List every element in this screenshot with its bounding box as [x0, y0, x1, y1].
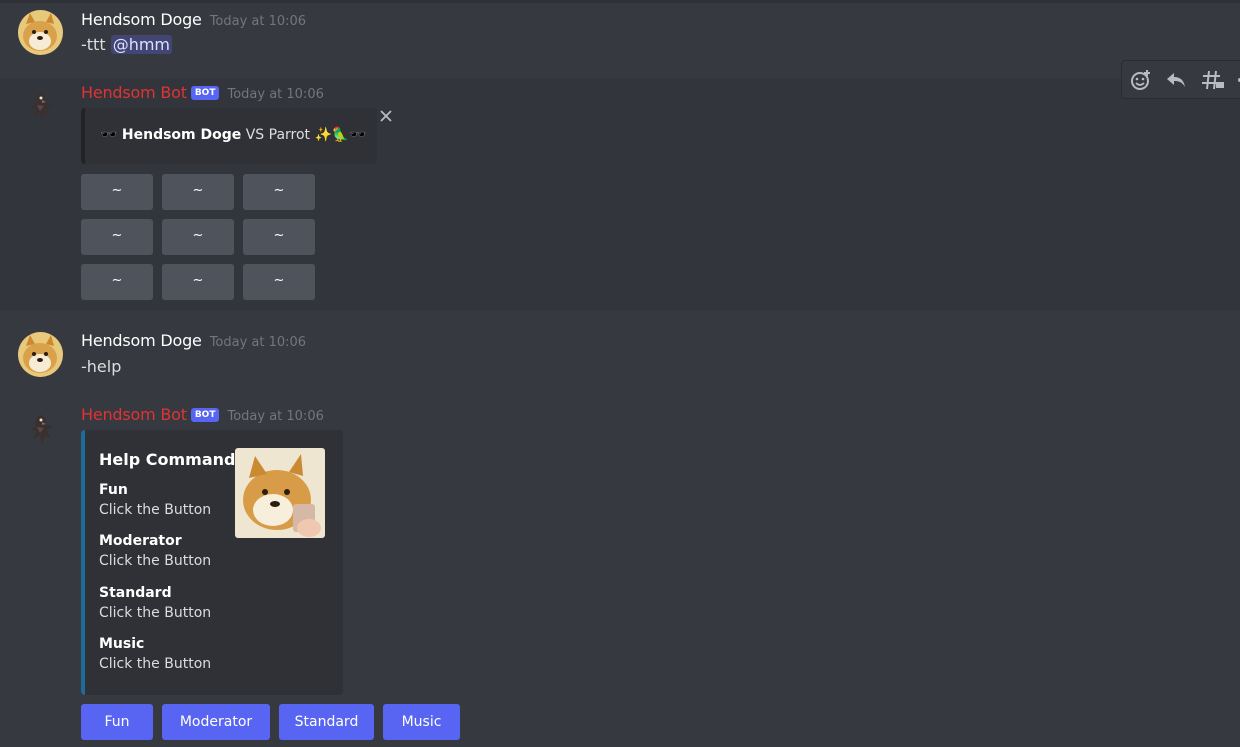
- grid-button-8[interactable]: ~: [162, 264, 234, 300]
- bot-username[interactable]: Hendsom Bot: [81, 405, 187, 424]
- versus-text: VS Parrot: [245, 127, 311, 143]
- embed-field-standard: Standard Click the Button: [99, 583, 211, 623]
- message-actions-toolbar: [1121, 60, 1240, 99]
- timestamp: Today at 10:06: [209, 335, 307, 350]
- username[interactable]: Hendsom Doge: [81, 10, 202, 29]
- field-name: Moderator: [99, 533, 182, 549]
- help-embed: Help Command Fun Click the Button Modera…: [81, 430, 343, 695]
- field-name: Standard: [99, 585, 172, 601]
- message-header: Hendsom Doge Today at 10:06: [81, 10, 306, 32]
- message-header: Hendsom Bot BOT Today at 10:06: [81, 405, 324, 427]
- timestamp: Today at 10:06: [227, 87, 324, 102]
- timestamp: Today at 10:06: [227, 409, 324, 424]
- close-icon[interactable]: [378, 108, 394, 124]
- message-text: -help: [81, 357, 122, 376]
- bot-badge: BOT: [190, 408, 220, 422]
- field-value: Click the Button: [99, 553, 212, 569]
- tic-tac-toe-grid: ~ ~ ~ ~ ~ ~ ~ ~ ~: [81, 174, 321, 300]
- username[interactable]: Hendsom Doge: [81, 331, 202, 350]
- message-content: -help: [81, 357, 121, 376]
- grid-button-2[interactable]: ~: [162, 174, 234, 210]
- grid-button-7[interactable]: ~: [81, 264, 153, 300]
- timestamp: Today at 10:06: [209, 14, 307, 29]
- user-mention[interactable]: @hmm: [110, 35, 172, 54]
- bot-badge: BOT: [190, 86, 220, 100]
- grid-button-5[interactable]: ~: [162, 219, 234, 255]
- message-content: -ttt @hmm: [81, 35, 172, 54]
- embed-thumbnail[interactable]: [235, 448, 325, 538]
- embed-field-music: Music Click the Button: [99, 634, 211, 674]
- grid-button-6[interactable]: ~: [243, 219, 315, 255]
- embed-title: 🕶️ Hendsom Doge VS Parrot ✨🦜🕶️: [100, 127, 367, 143]
- field-value: Click the Button: [99, 605, 212, 621]
- message-1: Hendsom Doge Today at 10:06 -ttt @hmm: [0, 4, 1240, 78]
- grid-button-3[interactable]: ~: [243, 174, 315, 210]
- create-thread-icon[interactable]: [1200, 67, 1226, 93]
- user-avatar[interactable]: [18, 10, 63, 55]
- field-value: Click the Button: [99, 502, 212, 518]
- reply-icon[interactable]: [1163, 67, 1189, 93]
- embed-title: Help Command: [99, 450, 236, 469]
- moderator-button[interactable]: Moderator: [162, 704, 270, 740]
- message-header: Hendsom Bot BOT Today at 10:06: [81, 83, 324, 105]
- more-icon[interactable]: [1234, 67, 1240, 93]
- message-text: -ttt: [81, 35, 106, 54]
- player-one-name: Hendsom Doge: [121, 127, 242, 143]
- emoji-group: ✨🦜🕶️: [314, 127, 367, 143]
- embed-field-fun: Fun Click the Button: [99, 480, 211, 520]
- bot-avatar[interactable]: [22, 409, 62, 449]
- grid-button-9[interactable]: ~: [243, 264, 315, 300]
- music-button[interactable]: Music: [383, 704, 460, 740]
- field-value: Click the Button: [99, 656, 212, 672]
- add-reaction-icon[interactable]: [1128, 67, 1154, 93]
- grid-button-1[interactable]: ~: [81, 174, 153, 210]
- fun-button[interactable]: Fun: [81, 704, 153, 740]
- message-3: Hendsom Doge Today at 10:06 -help: [0, 320, 1240, 390]
- standard-button[interactable]: Standard: [279, 704, 374, 740]
- bot-avatar[interactable]: [22, 87, 62, 127]
- user-avatar[interactable]: [18, 332, 63, 377]
- bot-username[interactable]: Hendsom Bot: [81, 83, 187, 102]
- embed-field-moderator: Moderator Click the Button: [99, 531, 211, 571]
- grid-button-4[interactable]: ~: [81, 219, 153, 255]
- field-name: Music: [99, 636, 145, 652]
- message-header: Hendsom Doge Today at 10:06: [81, 331, 306, 353]
- top-divider: [0, 0, 1240, 3]
- game-embed: 🕶️ Hendsom Doge VS Parrot ✨🦜🕶️: [81, 108, 377, 164]
- field-name: Fun: [99, 482, 128, 498]
- sunglasses-emoji: 🕶️: [100, 127, 118, 143]
